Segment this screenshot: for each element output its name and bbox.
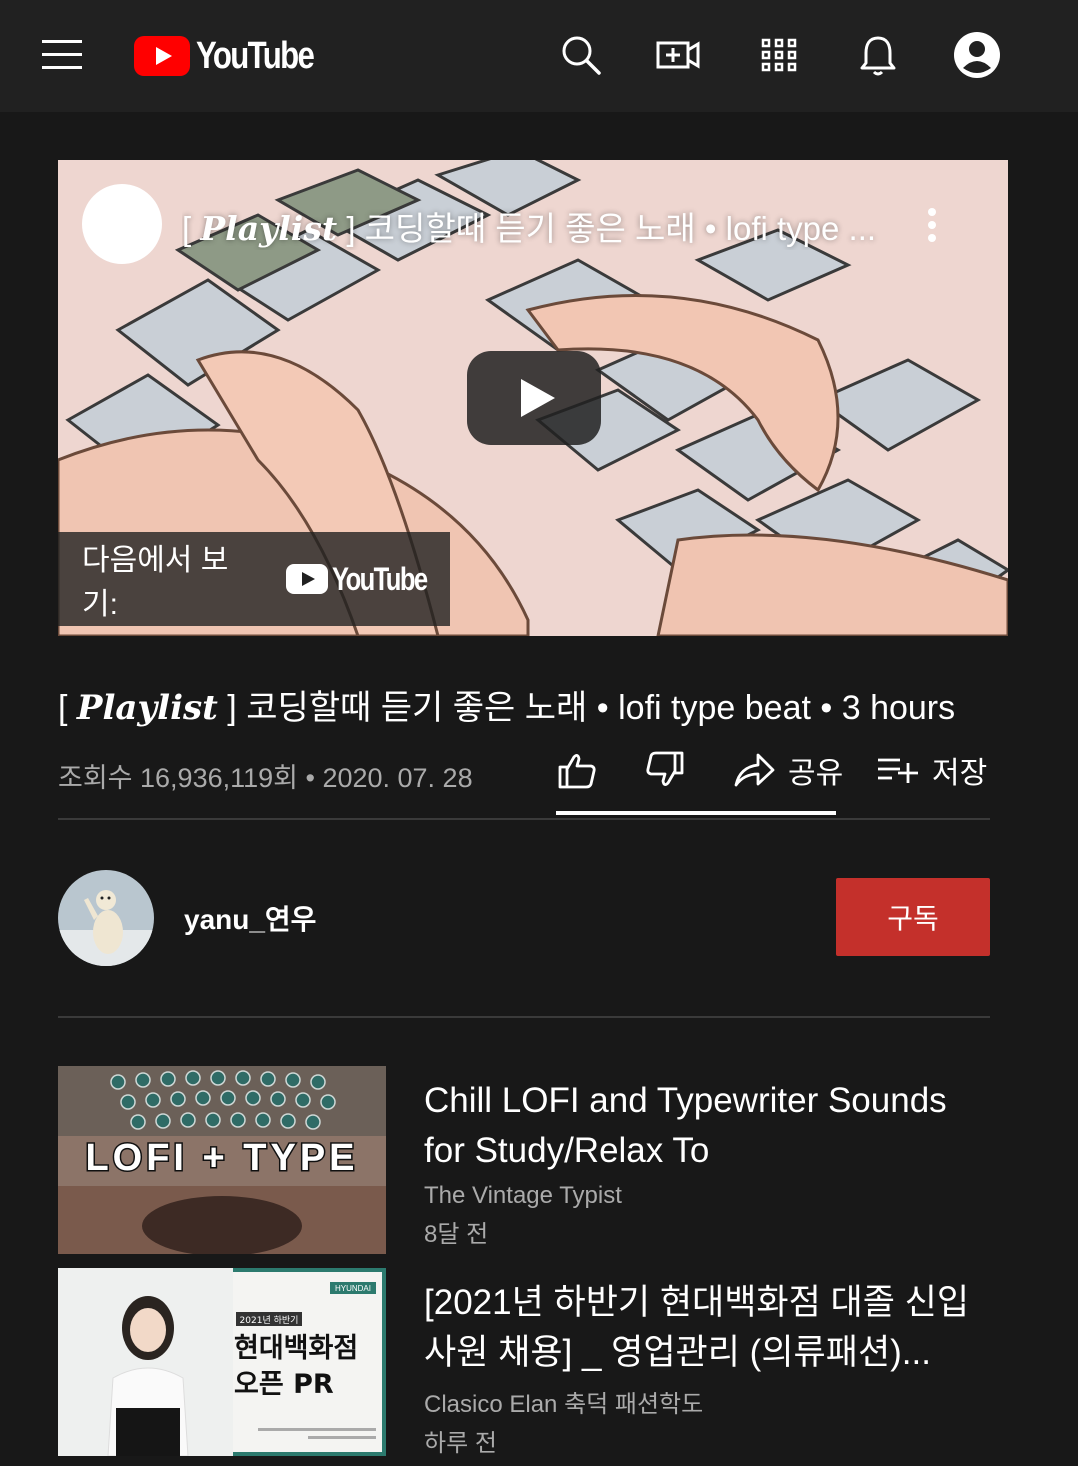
- player-title-rest: ] 코딩할때 듣기 좋은 노래 • lofi type ...: [337, 210, 877, 247]
- logo-text: YouTube: [196, 34, 315, 77]
- share-icon: [734, 753, 775, 787]
- video-thumbnail: HYUNDAI 2021년 하반기 현대백화점 오픈 PR: [58, 1268, 386, 1456]
- video-thumbnail: LOFI + TYPE: [58, 1066, 386, 1254]
- recommended-time: 8달 전: [424, 1221, 489, 1248]
- account-icon[interactable]: [952, 30, 1002, 80]
- apps-icon[interactable]: [754, 30, 804, 80]
- watch-on-youtube-button[interactable]: 다음에서 보기: YouTube: [58, 532, 450, 626]
- video-title: [ Playlist ] 코딩할때 듣기 좋은 노래 • lofi type b…: [58, 680, 955, 729]
- save-button[interactable]: 저장: [876, 744, 987, 796]
- watch-on-label: 다음에서 보기:: [82, 544, 229, 621]
- more-options-icon[interactable]: [920, 208, 944, 248]
- create-video-icon[interactable]: [654, 30, 704, 80]
- channel-name[interactable]: yanu_연우: [184, 898, 316, 938]
- add-to-playlist-icon: [878, 758, 918, 783]
- recommended-video[interactable]: LOFI + TYPE Chill LOFI and Typewriter So…: [58, 1066, 990, 1254]
- thumb-badge: 2021년 하반기: [240, 1315, 299, 1326]
- thumb-brand: HYUNDAI: [335, 1284, 371, 1293]
- share-button[interactable]: 공유: [732, 744, 843, 796]
- divider: [58, 1016, 990, 1018]
- channel-avatar[interactable]: [58, 870, 154, 966]
- play-button[interactable]: [467, 351, 601, 445]
- player-channel-avatar[interactable]: [82, 184, 162, 264]
- subscribe-button[interactable]: 구독: [836, 878, 990, 956]
- video-player[interactable]: [ Playlist ] 코딩할때 듣기 좋은 노래 • lofi type .…: [58, 160, 1008, 636]
- video-title-rest: ] 코딩할때 듣기 좋은 노래 • lofi type beat • 3 hou…: [217, 689, 956, 727]
- like-ratio-bar: [556, 811, 836, 815]
- recommended-title: [2021년 하반기 현대백화점 대졸 신입사원 채용] _ 영업관리 (의류패…: [424, 1283, 970, 1372]
- youtube-play-logo-icon: [134, 36, 190, 76]
- polar-bear-avatar-image: [58, 870, 154, 966]
- video-title-playlist: Playlist: [76, 688, 218, 728]
- thumbs-up-icon: [558, 754, 596, 789]
- share-label: 공유: [788, 757, 844, 790]
- search-icon[interactable]: [556, 30, 606, 80]
- video-title-open: [: [58, 689, 77, 727]
- recommended-title: Chill LOFI and Typewriter Sounds for Stu…: [424, 1081, 947, 1170]
- youtube-mini-logo-icon: [286, 564, 328, 594]
- video-views-date: 조회수 16,936,119회 • 2020. 07. 28: [58, 763, 473, 793]
- player-title-playlist: Playlist: [200, 209, 338, 248]
- recommended-video[interactable]: HYUNDAI 2021년 하반기 현대백화점 오픈 PR [2021년 하반기…: [58, 1268, 990, 1458]
- typewriter-thumbnail-image: LOFI + TYPE: [58, 1066, 386, 1254]
- recommended-channel: Clasico Elan 축덕 패션학도: [424, 1391, 704, 1418]
- divider: [58, 818, 990, 820]
- save-label: 저장: [932, 757, 988, 790]
- recommended-video-info: [2021년 하반기 현대백화점 대졸 신입사원 채용] _ 영업관리 (의류패…: [424, 1278, 990, 1458]
- recommended-channel: The Vintage Typist: [424, 1182, 622, 1209]
- like-button[interactable]: [556, 744, 598, 796]
- notifications-icon[interactable]: [853, 30, 903, 80]
- youtube-logo[interactable]: YouTube: [134, 35, 339, 77]
- department-store-thumbnail-image: HYUNDAI 2021년 하반기 현대백화점 오픈 PR: [58, 1268, 386, 1456]
- recommended-time: 하루 전: [424, 1430, 497, 1457]
- thumb-line2: 오픈 PR: [234, 1369, 334, 1400]
- thumb-text: LOFI + TYPE: [85, 1137, 358, 1179]
- dislike-button[interactable]: [644, 744, 686, 796]
- player-title[interactable]: [ Playlist ] 코딩할때 듣기 좋은 노래 • lofi type .…: [182, 202, 892, 250]
- top-app-bar: YouTube: [0, 0, 1078, 112]
- menu-icon[interactable]: [42, 40, 82, 70]
- watch-on-brand: YouTube: [331, 560, 428, 597]
- thumb-line1: 현대백화점: [234, 1333, 358, 1364]
- thumbs-down-icon: [646, 751, 684, 786]
- recommended-video-info: Chill LOFI and Typewriter Sounds for Stu…: [424, 1076, 990, 1249]
